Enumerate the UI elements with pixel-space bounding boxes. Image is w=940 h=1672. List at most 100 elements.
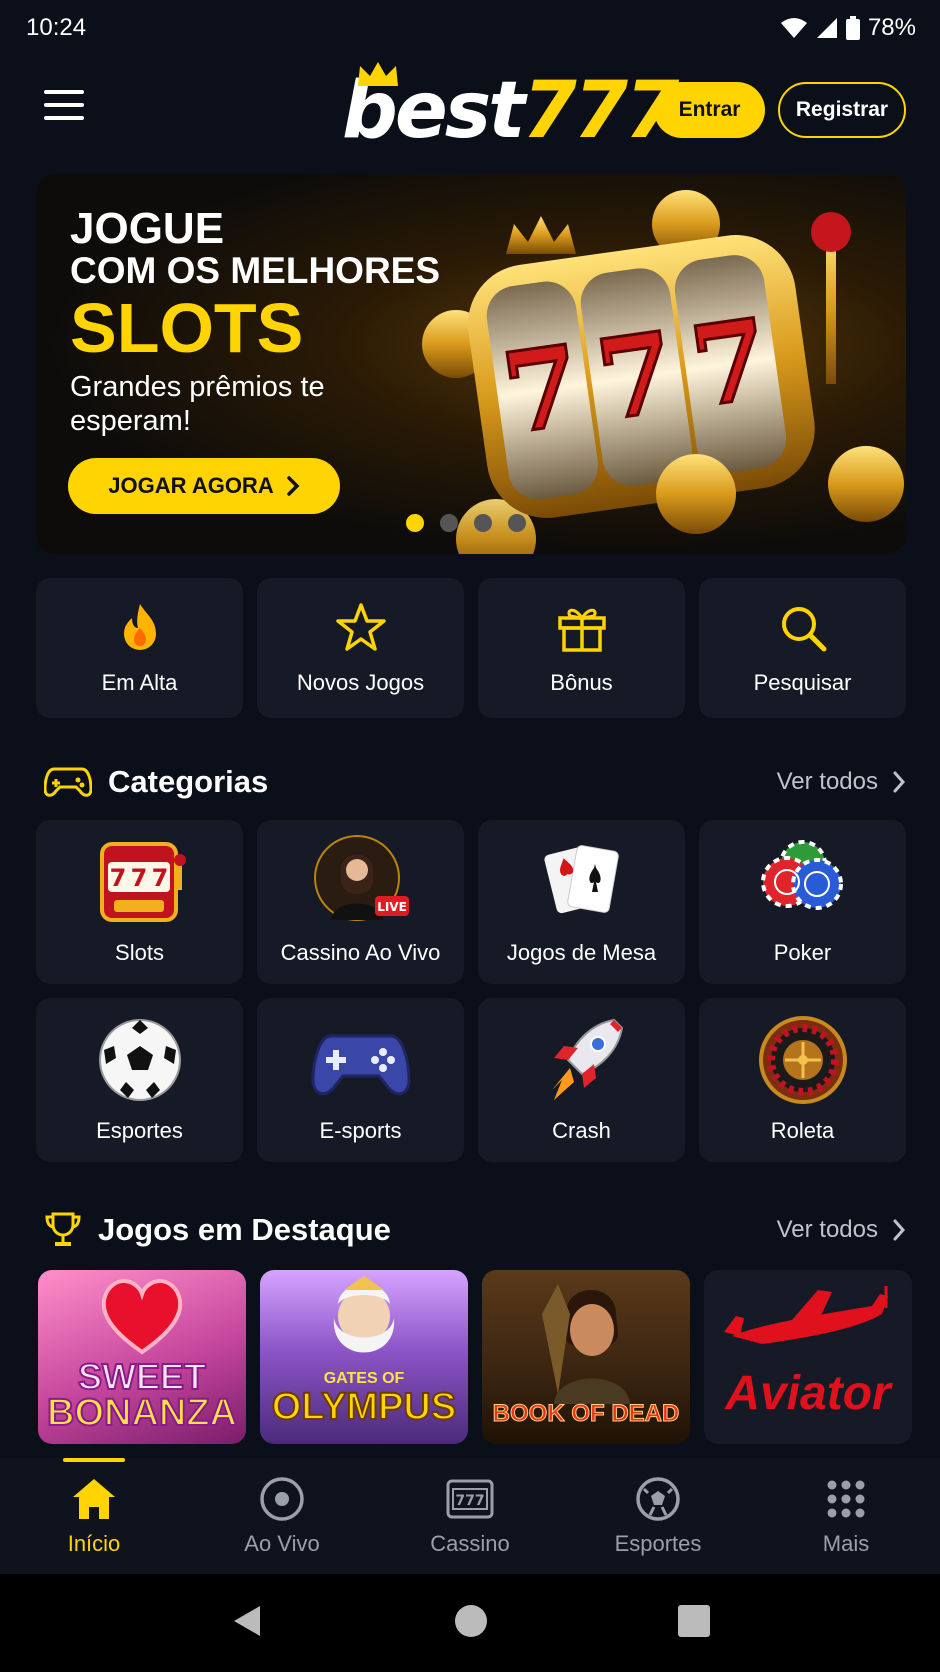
heart-icon — [101, 1279, 183, 1355]
category-label: Slots — [115, 940, 164, 965]
home-icon — [73, 1479, 115, 1519]
battery-icon — [845, 16, 860, 40]
live-icon — [260, 1477, 304, 1521]
recents-icon[interactable] — [678, 1604, 710, 1642]
playing-cards-icon — [543, 845, 619, 914]
grid-icon — [827, 1480, 865, 1518]
roulette-icon — [758, 1016, 847, 1104]
see-all-label: Ver todos — [776, 768, 878, 795]
featured-header: Jogos em Destaque Ver todos — [44, 1208, 906, 1252]
see-all-categories-link[interactable]: Ver todos — [777, 768, 906, 796]
chevron-right-icon — [893, 1219, 906, 1241]
banner-dot[interactable] — [406, 514, 424, 532]
category-table-games[interactable]: Jogos de Mesa — [478, 820, 685, 984]
category-live-casino[interactable]: LIVE Cassino Ao Vivo — [257, 820, 464, 984]
register-button[interactable]: Registrar — [778, 82, 906, 138]
quick-action-label: Em Alta — [101, 670, 178, 695]
svg-text:7: 7 — [109, 864, 126, 892]
play-now-button[interactable]: JOGAR AGORA — [68, 458, 340, 514]
gift-icon — [557, 608, 606, 652]
category-sports[interactable]: Esportes — [36, 998, 243, 1162]
game-title: OLYMPUS — [271, 1385, 457, 1429]
game-card-aviator[interactable]: Aviator — [704, 1270, 912, 1444]
featured-games-row: SWEET BONANZA GATES OF OLYMPUS BOOK OF D… — [38, 1270, 912, 1444]
fire-icon — [123, 604, 156, 650]
quick-action-label: Bônus — [550, 670, 613, 695]
system-navigation-bar — [0, 1574, 940, 1672]
nav-casino[interactable]: 777 Cassino — [376, 1458, 564, 1574]
see-all-label: Ver todos — [776, 1216, 878, 1243]
nav-label: Mais — [822, 1531, 870, 1556]
category-label: E-sports — [319, 1118, 402, 1143]
hamburger-menu-icon[interactable] — [44, 90, 84, 124]
game-title: BONANZA — [46, 1391, 238, 1435]
game-card-book-of-dead[interactable]: BOOK OF DEAD — [482, 1270, 690, 1444]
quick-action-label: Novos Jogos — [296, 670, 425, 695]
section-title: Jogos em Destaque — [98, 1212, 391, 1247]
game-title: Aviator — [725, 1367, 891, 1420]
quick-action-label: Pesquisar — [753, 670, 852, 695]
wifi-icon — [780, 18, 807, 38]
banner-dot[interactable] — [440, 514, 458, 532]
quick-action-bonus[interactable]: Bônus — [478, 578, 685, 718]
svg-text:7: 7 — [151, 864, 168, 892]
bottom-navigation: Início Ao Vivo 777 Cassino Esportes Mais — [0, 1458, 940, 1574]
home-circle-icon[interactable] — [454, 1604, 488, 1643]
nav-sports[interactable]: Esportes — [564, 1458, 752, 1574]
signal-icon — [816, 18, 837, 38]
nav-live[interactable]: Ao Vivo — [188, 1458, 376, 1574]
game-title: BOOK OF DEAD — [492, 1400, 680, 1428]
chevron-right-icon — [893, 771, 906, 793]
play-now-label: JOGAR AGORA — [108, 473, 274, 498]
status-icons: 78% — [780, 14, 916, 42]
category-crash[interactable]: Crash — [478, 998, 685, 1162]
game-card-sweet-bonanza[interactable]: SWEET BONANZA — [38, 1270, 246, 1444]
promo-banner[interactable]: JOGUE COM OS MELHORES SLOTS Grandes prêm… — [36, 174, 906, 554]
categories-header: Categorias Ver todos — [44, 760, 906, 804]
banner-line-1: JOGUE — [70, 204, 225, 253]
crown-icon — [358, 62, 398, 86]
banner-pagination — [406, 514, 526, 532]
banner-line-3: SLOTS — [70, 289, 304, 367]
poker-chips-icon — [760, 840, 843, 910]
nav-more[interactable]: Mais — [752, 1458, 940, 1574]
section-title: Categorias — [108, 764, 269, 799]
category-slots[interactable]: 7 7 7 Slots — [36, 820, 243, 984]
zeus-icon — [333, 1276, 395, 1353]
svg-text:7: 7 — [130, 864, 147, 892]
see-all-featured-link[interactable]: Ver todos — [777, 1216, 906, 1244]
category-label: Jogos de Mesa — [506, 940, 657, 965]
gamepad-icon — [44, 767, 92, 797]
nav-label: Esportes — [614, 1531, 702, 1556]
category-grid: 7 7 7 Slots LIVE Cassino Ao Vivo Jogos d… — [36, 820, 906, 1162]
chevron-right-icon — [286, 476, 300, 496]
quick-action-new-games[interactable]: Novos Jogos — [257, 578, 464, 718]
gamepad-icon — [310, 1034, 411, 1096]
soccer-ball-icon — [98, 1019, 181, 1101]
banner-dot[interactable] — [474, 514, 492, 532]
battery-percent: 78% — [867, 14, 916, 41]
banner-subtitle: Grandes prêmios te esperam! — [70, 371, 325, 437]
category-label: Esportes — [96, 1118, 183, 1143]
quick-action-trending[interactable]: Em Alta — [36, 578, 243, 718]
banner-dot[interactable] — [508, 514, 526, 532]
back-icon[interactable] — [230, 1604, 264, 1643]
category-roulette[interactable]: Roleta — [699, 998, 906, 1162]
search-icon — [781, 607, 826, 652]
slot-machine-icon: 7 7 7 — [99, 842, 186, 922]
quick-action-search[interactable]: Pesquisar — [699, 578, 906, 718]
status-bar: 10:24 78% — [0, 0, 940, 56]
nav-home[interactable]: Início — [0, 1458, 188, 1574]
nav-label: Cassino — [430, 1531, 510, 1556]
game-card-gates-of-olympus[interactable]: GATES OF OLYMPUS — [260, 1270, 468, 1444]
best777-logo[interactable]: best777 — [340, 62, 679, 156]
rocket-icon — [551, 1018, 623, 1100]
trophy-icon — [45, 1212, 81, 1246]
category-label: Cassino Ao Vivo — [280, 940, 441, 965]
nav-label: Início — [67, 1531, 121, 1556]
category-esports[interactable]: E-sports — [257, 998, 464, 1162]
login-button[interactable]: Entrar — [654, 82, 765, 138]
category-poker[interactable]: Poker — [699, 820, 906, 984]
category-label: Crash — [552, 1118, 611, 1143]
quick-actions: Em Alta Novos Jogos Bônus Pesquisar — [36, 578, 906, 718]
